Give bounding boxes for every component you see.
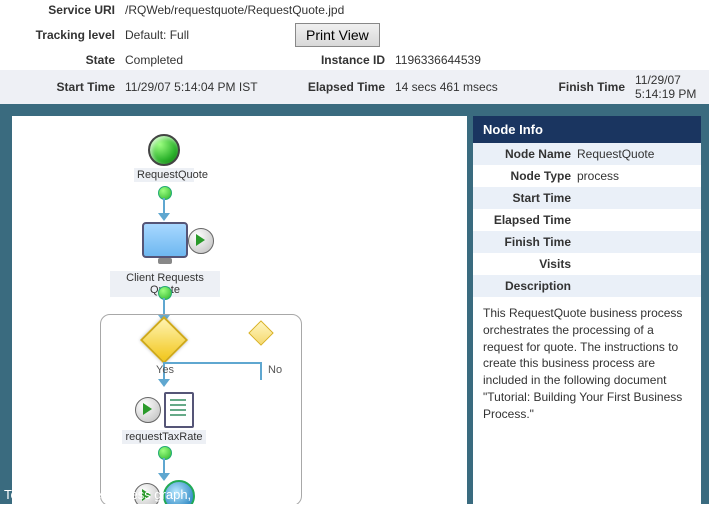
finish-time-label: Finish Time — [540, 70, 630, 104]
state-value: Completed — [120, 50, 290, 70]
info-row-start: Start Time — [473, 187, 701, 209]
request-tax-rate-label: requestTaxRate — [122, 430, 206, 444]
monitor-icon — [142, 222, 188, 258]
receive-arrow-icon — [188, 228, 214, 254]
request-tax-rate-node[interactable]: requestTaxRate — [122, 392, 206, 444]
info-row-type: Node Type process — [473, 165, 701, 187]
node-info-panel: Node Info Node Name RequestQuote Node Ty… — [473, 116, 701, 504]
start-time-value: 11/29/07 5:14:04 PM IST — [120, 70, 290, 104]
connector-dot-icon — [158, 286, 172, 300]
tracking-level-value: Default: Full — [120, 20, 290, 50]
finish-time-value: 11/29/07 5:14:19 PM — [630, 70, 709, 104]
node-info-title: Node Info — [473, 116, 701, 143]
start-node-label: RequestQuote — [134, 168, 194, 182]
graph-hint-bar: To pan within the process graph, alt+cli… — [0, 485, 709, 504]
document-icon — [164, 392, 194, 428]
node-finish-value — [577, 235, 695, 249]
process-graph-panel[interactable]: RequestQuote Client Requests Quote — [12, 116, 467, 504]
state-label: State — [0, 50, 120, 70]
info-row-finish: Finish Time — [473, 231, 701, 253]
instance-id-value: 1196336644539 — [390, 50, 709, 70]
print-view-button[interactable]: Print View — [295, 23, 380, 47]
node-name-value: RequestQuote — [577, 147, 695, 161]
instance-id-label: Instance ID — [290, 50, 390, 70]
start-time-label: Start Time — [0, 70, 120, 104]
service-uri-value: /RQWeb/requestquote/RequestQuote.jpd — [120, 0, 709, 20]
tracking-level-label: Tracking level — [0, 20, 120, 50]
info-row-name: Node Name RequestQuote — [473, 143, 701, 165]
header-table: Service URI /RQWeb/requestquote/RequestQ… — [0, 0, 709, 104]
node-elapsed-value — [577, 213, 695, 227]
connector-dot-icon — [158, 446, 172, 460]
yes-label: Yes — [156, 364, 174, 376]
node-start-value — [577, 191, 695, 205]
node-visits-value — [577, 257, 695, 271]
info-row-elapsed: Elapsed Time — [473, 209, 701, 231]
start-node[interactable]: RequestQuote — [134, 134, 194, 182]
start-icon — [148, 134, 180, 166]
node-type-value: process — [577, 169, 695, 183]
no-label: No — [268, 364, 282, 376]
send-arrow-icon — [135, 397, 161, 423]
node-description-text: This RequestQuote business process orche… — [473, 297, 701, 504]
connector-dot-icon — [158, 186, 172, 200]
info-row-desc: Description — [473, 275, 701, 297]
service-uri-label: Service URI — [0, 0, 120, 20]
elapsed-time-value: 14 secs 461 msecs — [390, 70, 540, 104]
elapsed-time-label: Elapsed Time — [290, 70, 390, 104]
main-area: RequestQuote Client Requests Quote — [0, 104, 709, 504]
info-row-visits: Visits — [473, 253, 701, 275]
